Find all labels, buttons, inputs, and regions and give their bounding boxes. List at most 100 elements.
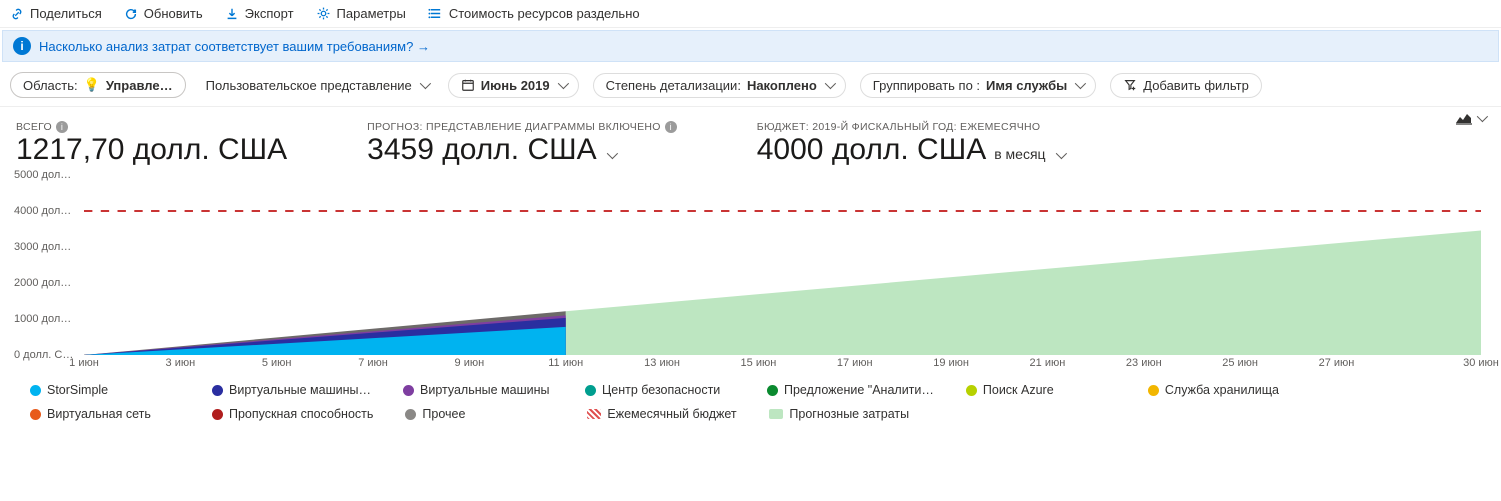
legend-item-budget[interactable]: Ежемесячный бюджет	[587, 407, 737, 421]
lightbulb-icon: 💡	[84, 77, 100, 93]
refresh-button[interactable]: Обновить	[124, 6, 203, 21]
command-bar: Поделиться Обновить Экспорт Параметры Ст…	[0, 0, 1501, 28]
summary-forecast: ПРОГНОЗ: ПРЕДСТАВЛЕНИЕ ДИАГРАММЫ ВКЛЮЧЕН…	[367, 121, 677, 167]
legend-item[interactable]: Центр безопасности	[585, 383, 735, 397]
link-icon	[10, 7, 24, 21]
chevron-down-icon	[1477, 111, 1488, 122]
group-pill[interactable]: Группировать по : Имя службы	[860, 73, 1096, 98]
view-dropdown[interactable]: Пользовательское представление	[200, 74, 434, 97]
x-tick-label: 27 июн	[1319, 357, 1355, 369]
legend-swatch	[30, 385, 41, 396]
budget-value: 4000 долл. США	[757, 133, 986, 167]
legend-item[interactable]: StorSimple	[30, 383, 180, 397]
granularity-label: Степень детализации:	[606, 78, 741, 93]
share-button[interactable]: Поделиться	[10, 6, 102, 21]
legend-label: Поиск Azure	[983, 383, 1054, 397]
list-icon	[428, 6, 443, 21]
filter-bar: Область: 💡 Управле… Пользовательское пре…	[0, 64, 1501, 107]
info-icon[interactable]: i	[665, 121, 677, 133]
y-tick-label: 3000 дол…	[14, 241, 71, 253]
legend-label: StorSimple	[47, 383, 108, 397]
total-value: 1217,70 долл. США	[16, 133, 287, 167]
y-tick-label: 4000 дол…	[14, 205, 71, 217]
view-label: Пользовательское представление	[206, 78, 412, 93]
legend-label: Виртуальная сеть	[47, 407, 151, 421]
export-label: Экспорт	[245, 6, 294, 21]
period-pill[interactable]: Июнь 2019	[448, 73, 579, 98]
legend-swatch	[585, 385, 596, 396]
chart-plot	[84, 175, 1481, 355]
area-chart-icon	[1455, 111, 1473, 125]
legend-swatch	[405, 409, 416, 420]
legend-swatch	[966, 385, 977, 396]
budget-dropdown[interactable]: 4000 долл. США в месяц	[757, 133, 1064, 167]
legend-swatch	[767, 385, 778, 396]
y-tick-label: 0 долл. С…	[14, 349, 73, 361]
legend-swatch	[30, 409, 41, 420]
split-cost-label: Стоимость ресурсов раздельно	[449, 6, 640, 21]
legend-swatch	[587, 409, 601, 419]
legend-item-forecast[interactable]: Прогнозные затраты	[769, 407, 919, 421]
legend-item[interactable]: Виртуальная сеть	[30, 407, 180, 421]
chevron-down-icon	[1055, 148, 1066, 159]
params-button[interactable]: Параметры	[316, 6, 406, 21]
legend-item[interactable]: Служба хранилища	[1148, 383, 1298, 397]
granularity-value: Накоплено	[747, 78, 817, 93]
budget-suffix: в месяц	[994, 146, 1045, 162]
x-tick-label: 25 июн	[1222, 357, 1258, 369]
group-label: Группировать по :	[873, 78, 980, 93]
split-cost-button[interactable]: Стоимость ресурсов раздельно	[428, 6, 640, 21]
legend-swatch	[212, 385, 223, 396]
x-tick-label: 15 июн	[741, 357, 777, 369]
x-tick-label: 21 июн	[1030, 357, 1066, 369]
x-tick-label: 7 июн	[358, 357, 388, 369]
x-tick-label: 19 июн	[933, 357, 969, 369]
share-label: Поделиться	[30, 6, 102, 21]
add-filter-pill[interactable]: Добавить фильтр	[1110, 73, 1262, 98]
chevron-down-icon	[420, 78, 431, 89]
period-value: Июнь 2019	[481, 78, 550, 93]
x-tick-label: 1 июн	[69, 357, 99, 369]
download-icon	[225, 7, 239, 21]
x-tick-label: 3 июн	[166, 357, 196, 369]
legend-label: Служба хранилища	[1165, 383, 1279, 397]
legend-item[interactable]: Прочее	[405, 407, 555, 421]
chevron-down-icon	[606, 148, 617, 159]
budget-label: БЮДЖЕТ: 2019-Й ФИСКАЛЬНЫЙ ГОД: ЕЖЕМЕСЯЧН…	[757, 121, 1041, 133]
forecast-label: ПРОГНОЗ: ПРЕДСТАВЛЕНИЕ ДИАГРАММЫ ВКЛЮЧЕН…	[367, 121, 661, 133]
legend-swatch	[403, 385, 414, 396]
legend-item[interactable]: Поиск Azure	[966, 383, 1116, 397]
x-tick-label: 11 июн	[548, 357, 583, 369]
y-tick-label: 5000 дол…	[14, 169, 71, 181]
export-button[interactable]: Экспорт	[225, 6, 294, 21]
chart-legend: StorSimple Виртуальные машины… Виртуальные…	[0, 375, 1501, 433]
params-label: Параметры	[337, 6, 406, 21]
chevron-down-icon	[557, 78, 568, 89]
legend-item[interactable]: Виртуальные машины	[403, 383, 553, 397]
legend-label: Виртуальные машины	[420, 383, 550, 397]
legend-label: Виртуальные машины…	[229, 383, 371, 397]
forecast-dropdown[interactable]: 3459 долл. США	[367, 133, 677, 167]
legend-swatch	[769, 409, 783, 419]
x-tick-label: 30 июн	[1463, 357, 1499, 369]
cost-chart[interactable]: 0 долл. С… 1000 дол… 2000 дол… 3000 дол… 400…	[14, 175, 1487, 375]
legend-item[interactable]: Предложение "Аналити…	[767, 383, 934, 397]
legend-item[interactable]: Пропускная способность	[212, 407, 373, 421]
y-tick-label: 1000 дол…	[14, 313, 71, 325]
chart-type-dropdown[interactable]	[1455, 111, 1485, 125]
scope-pill[interactable]: Область: 💡 Управле…	[10, 72, 186, 98]
feedback-banner: i Насколько анализ затрат соответствует …	[2, 30, 1499, 62]
feedback-link[interactable]: Насколько анализ затрат соответствует ва…	[39, 39, 430, 54]
chevron-down-icon	[1075, 78, 1086, 89]
legend-item[interactable]: Виртуальные машины…	[212, 383, 371, 397]
legend-swatch	[212, 409, 223, 420]
y-tick-label: 2000 дол…	[14, 277, 71, 289]
scope-label: Область:	[23, 78, 78, 93]
refresh-icon	[124, 7, 138, 21]
info-icon[interactable]: i	[56, 121, 68, 133]
x-tick-label: 17 июн	[837, 357, 873, 369]
granularity-pill[interactable]: Степень детализации: Накоплено	[593, 73, 846, 98]
summary-budget: БЮДЖЕТ: 2019-Й ФИСКАЛЬНЫЙ ГОД: ЕЖЕМЕСЯЧН…	[757, 121, 1064, 167]
group-value: Имя службы	[986, 78, 1067, 93]
legend-label: Центр безопасности	[602, 383, 720, 397]
